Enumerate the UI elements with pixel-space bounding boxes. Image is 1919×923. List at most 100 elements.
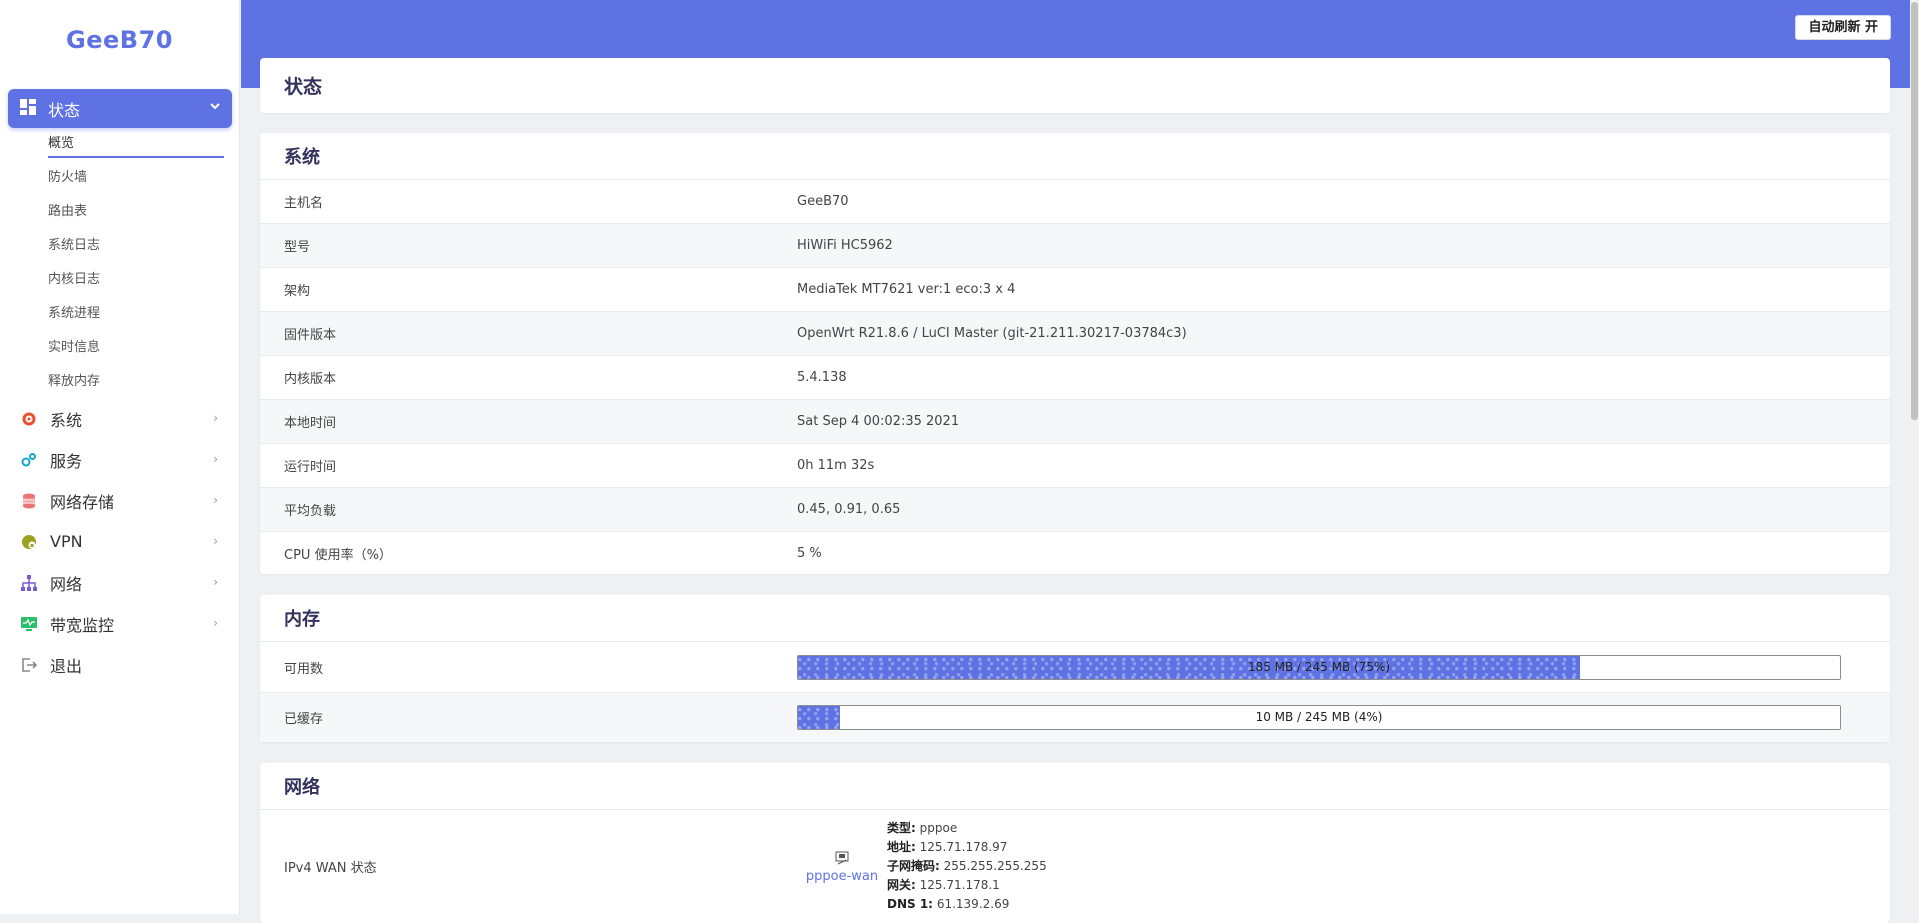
sidebar-item-label: 系统 [50, 410, 83, 430]
sidebar-item-services[interactable]: 服务 › [0, 439, 240, 480]
submenu-realtime[interactable]: 实时信息 [48, 336, 224, 370]
row-value: 10 MB / 245 MB (4%) [797, 705, 1890, 730]
detail-value: 125.71.178.97 [919, 840, 1008, 854]
dashboard-icon [20, 98, 36, 119]
row-value: MediaTek MT7621 ver:1 eco:3 x 4 [797, 282, 1016, 297]
monitor-icon [20, 615, 38, 633]
submenu-syslog[interactable]: 系统日志 [48, 234, 224, 268]
chevron-right-icon: › [213, 534, 218, 548]
scrollbar-thumb[interactable] [1911, 2, 1918, 420]
row-label: 已缓存 [284, 712, 324, 727]
sidebar-item-system[interactable]: 系统 › [0, 398, 240, 439]
sidebar: GeeB70 状态 概览 防火墙 路由表 系统日志 内核日志 系统进程 实时信息… [0, 0, 240, 914]
row-label: CPU 使用率（%） [284, 548, 392, 563]
row-label: 运行时间 [284, 460, 337, 475]
detail-key: DNS 1: [887, 897, 933, 911]
status-submenu: 概览 防火墙 路由表 系统日志 内核日志 系统进程 实时信息 释放内存 [48, 132, 224, 404]
row-label: 主机名 [284, 196, 324, 211]
sidebar-item-vpn[interactable]: VPN › [0, 521, 240, 562]
row-value: 0h 11m 32s [797, 458, 875, 473]
submenu-firewall[interactable]: 防火墙 [48, 166, 224, 200]
detail-value: 255.255.255.255 [943, 859, 1047, 873]
detail-value: 61.139.2.69 [936, 897, 1010, 911]
sidebar-item-label: VPN [50, 532, 83, 551]
system-card: 系统 主机名 GeeB70 型号 HiWiFi HC5962 架构 MediaTek … [260, 133, 1890, 574]
table-row: 已缓存 10 MB / 245 MB (4%) [260, 692, 1890, 742]
table-row: 平均负载 0.45, 0.91, 0.65 [260, 487, 1890, 531]
sidebar-item-label: 网络存储 [50, 492, 115, 512]
sidebar-menu: 系统 › 服务 › 网络存储 › VPN › 网络 › 带宽监控 › 退出 [0, 398, 240, 685]
table-row: 型号 HiWiFi HC5962 [260, 223, 1890, 267]
sidebar-item-label: 状态 [48, 100, 81, 120]
row-label: IPv4 WAN 状态 [284, 861, 377, 876]
table-row: 运行时间 0h 11m 32s [260, 443, 1890, 487]
detail-line: 类型: pppoe [887, 819, 1047, 838]
available-memory-bar: 185 MB / 245 MB (75%) [797, 654, 1841, 680]
section-title: 系统 [284, 147, 320, 168]
page-scrollbar[interactable] [1910, 0, 1919, 914]
submenu-overview[interactable]: 概览 [48, 132, 224, 158]
table-row: 可用数 185 MB / 245 MB (75%) [260, 641, 1890, 692]
detail-line: DNS 1: 61.139.2.69 [887, 895, 1047, 914]
row-value: 0.45, 0.91, 0.65 [797, 502, 901, 517]
section-title: 内存 [284, 609, 320, 630]
sidebar-item-label: 退出 [50, 656, 83, 676]
detail-key: 类型: [887, 821, 916, 835]
row-label: 固件版本 [284, 328, 337, 343]
submenu-kernel-log[interactable]: 内核日志 [48, 268, 224, 302]
row-value: HiWiFi HC5962 [797, 238, 893, 253]
table-row: 本地时间 Sat Sep 4 00:02:35 2021 [260, 399, 1890, 443]
brand-logo[interactable]: GeeB70 [0, 0, 239, 80]
page-title: 状态 [284, 76, 323, 98]
row-value: 185 MB / 245 MB (75%) [797, 654, 1890, 680]
logout-icon [20, 656, 38, 674]
row-label: 本地时间 [284, 416, 337, 431]
chevron-down-icon [208, 98, 222, 117]
section-title: 网络 [284, 777, 320, 798]
row-value: GeeB70 [797, 194, 849, 209]
submenu-routes[interactable]: 路由表 [48, 200, 224, 234]
page-title-card: 状态 [260, 58, 1890, 113]
network-icon [20, 574, 38, 592]
cached-memory-bar: 10 MB / 245 MB (4%) [797, 705, 1841, 730]
detail-line: 子网掩码: 255.255.255.255 [887, 857, 1047, 876]
sidebar-item-label: 网络 [50, 574, 83, 594]
chevron-right-icon: › [213, 493, 218, 507]
detail-value: 125.71.178.1 [919, 878, 1000, 892]
sidebar-item-network[interactable]: 网络 › [0, 562, 240, 603]
row-label: 架构 [284, 284, 311, 299]
wan-interface[interactable]: pppoe-wan [797, 849, 887, 884]
table-row: 主机名 GeeB70 [260, 179, 1890, 223]
sidebar-item-storage[interactable]: 网络存储 › [0, 480, 240, 521]
chevron-right-icon: › [213, 411, 218, 425]
row-label: 可用数 [284, 661, 324, 677]
row-value: 5.4.138 [797, 370, 847, 385]
submenu-processes[interactable]: 系统进程 [48, 302, 224, 336]
sidebar-item-label: 带宽监控 [50, 615, 115, 635]
table-row: 架构 MediaTek MT7621 ver:1 eco:3 x 4 [260, 267, 1890, 311]
sidebar-item-status[interactable]: 状态 [8, 89, 232, 128]
gear-icon [20, 410, 38, 428]
detail-value: pppoe [919, 821, 958, 835]
vpn-icon [20, 533, 38, 551]
memory-card: 内存 可用数 185 MB / 245 MB (75%) 已缓存 10 MB /… [260, 595, 1890, 742]
row-label: 内核版本 [284, 372, 337, 387]
sidebar-item-label: 服务 [50, 451, 83, 471]
row-value: 5 % [797, 546, 822, 561]
network-card: 网络 IPv4 WAN 状态 pppoe-wan 类型: pppoe 地址: 1… [260, 763, 1890, 923]
ethernet-port-icon [797, 849, 887, 869]
detail-key: 网关: [887, 878, 916, 892]
chevron-right-icon: › [213, 575, 218, 589]
row-label: 平均负载 [284, 504, 337, 519]
auto-refresh-button[interactable]: 自动刷新 开 [1795, 15, 1891, 40]
database-icon [20, 492, 38, 510]
detail-line: 地址: 125.71.178.97 [887, 838, 1047, 857]
chevron-right-icon: › [213, 452, 218, 466]
services-icon [20, 451, 38, 469]
table-row: 固件版本 OpenWrt R21.8.6 / LuCI Master (git-2… [260, 311, 1890, 355]
sidebar-item-bandwidth[interactable]: 带宽监控 › [0, 603, 240, 644]
progress-text: 185 MB / 245 MB (75%) [1247, 659, 1391, 674]
interface-name: pppoe-wan [805, 869, 879, 884]
detail-key: 地址: [887, 840, 916, 854]
sidebar-item-logout[interactable]: 退出 [0, 644, 240, 685]
